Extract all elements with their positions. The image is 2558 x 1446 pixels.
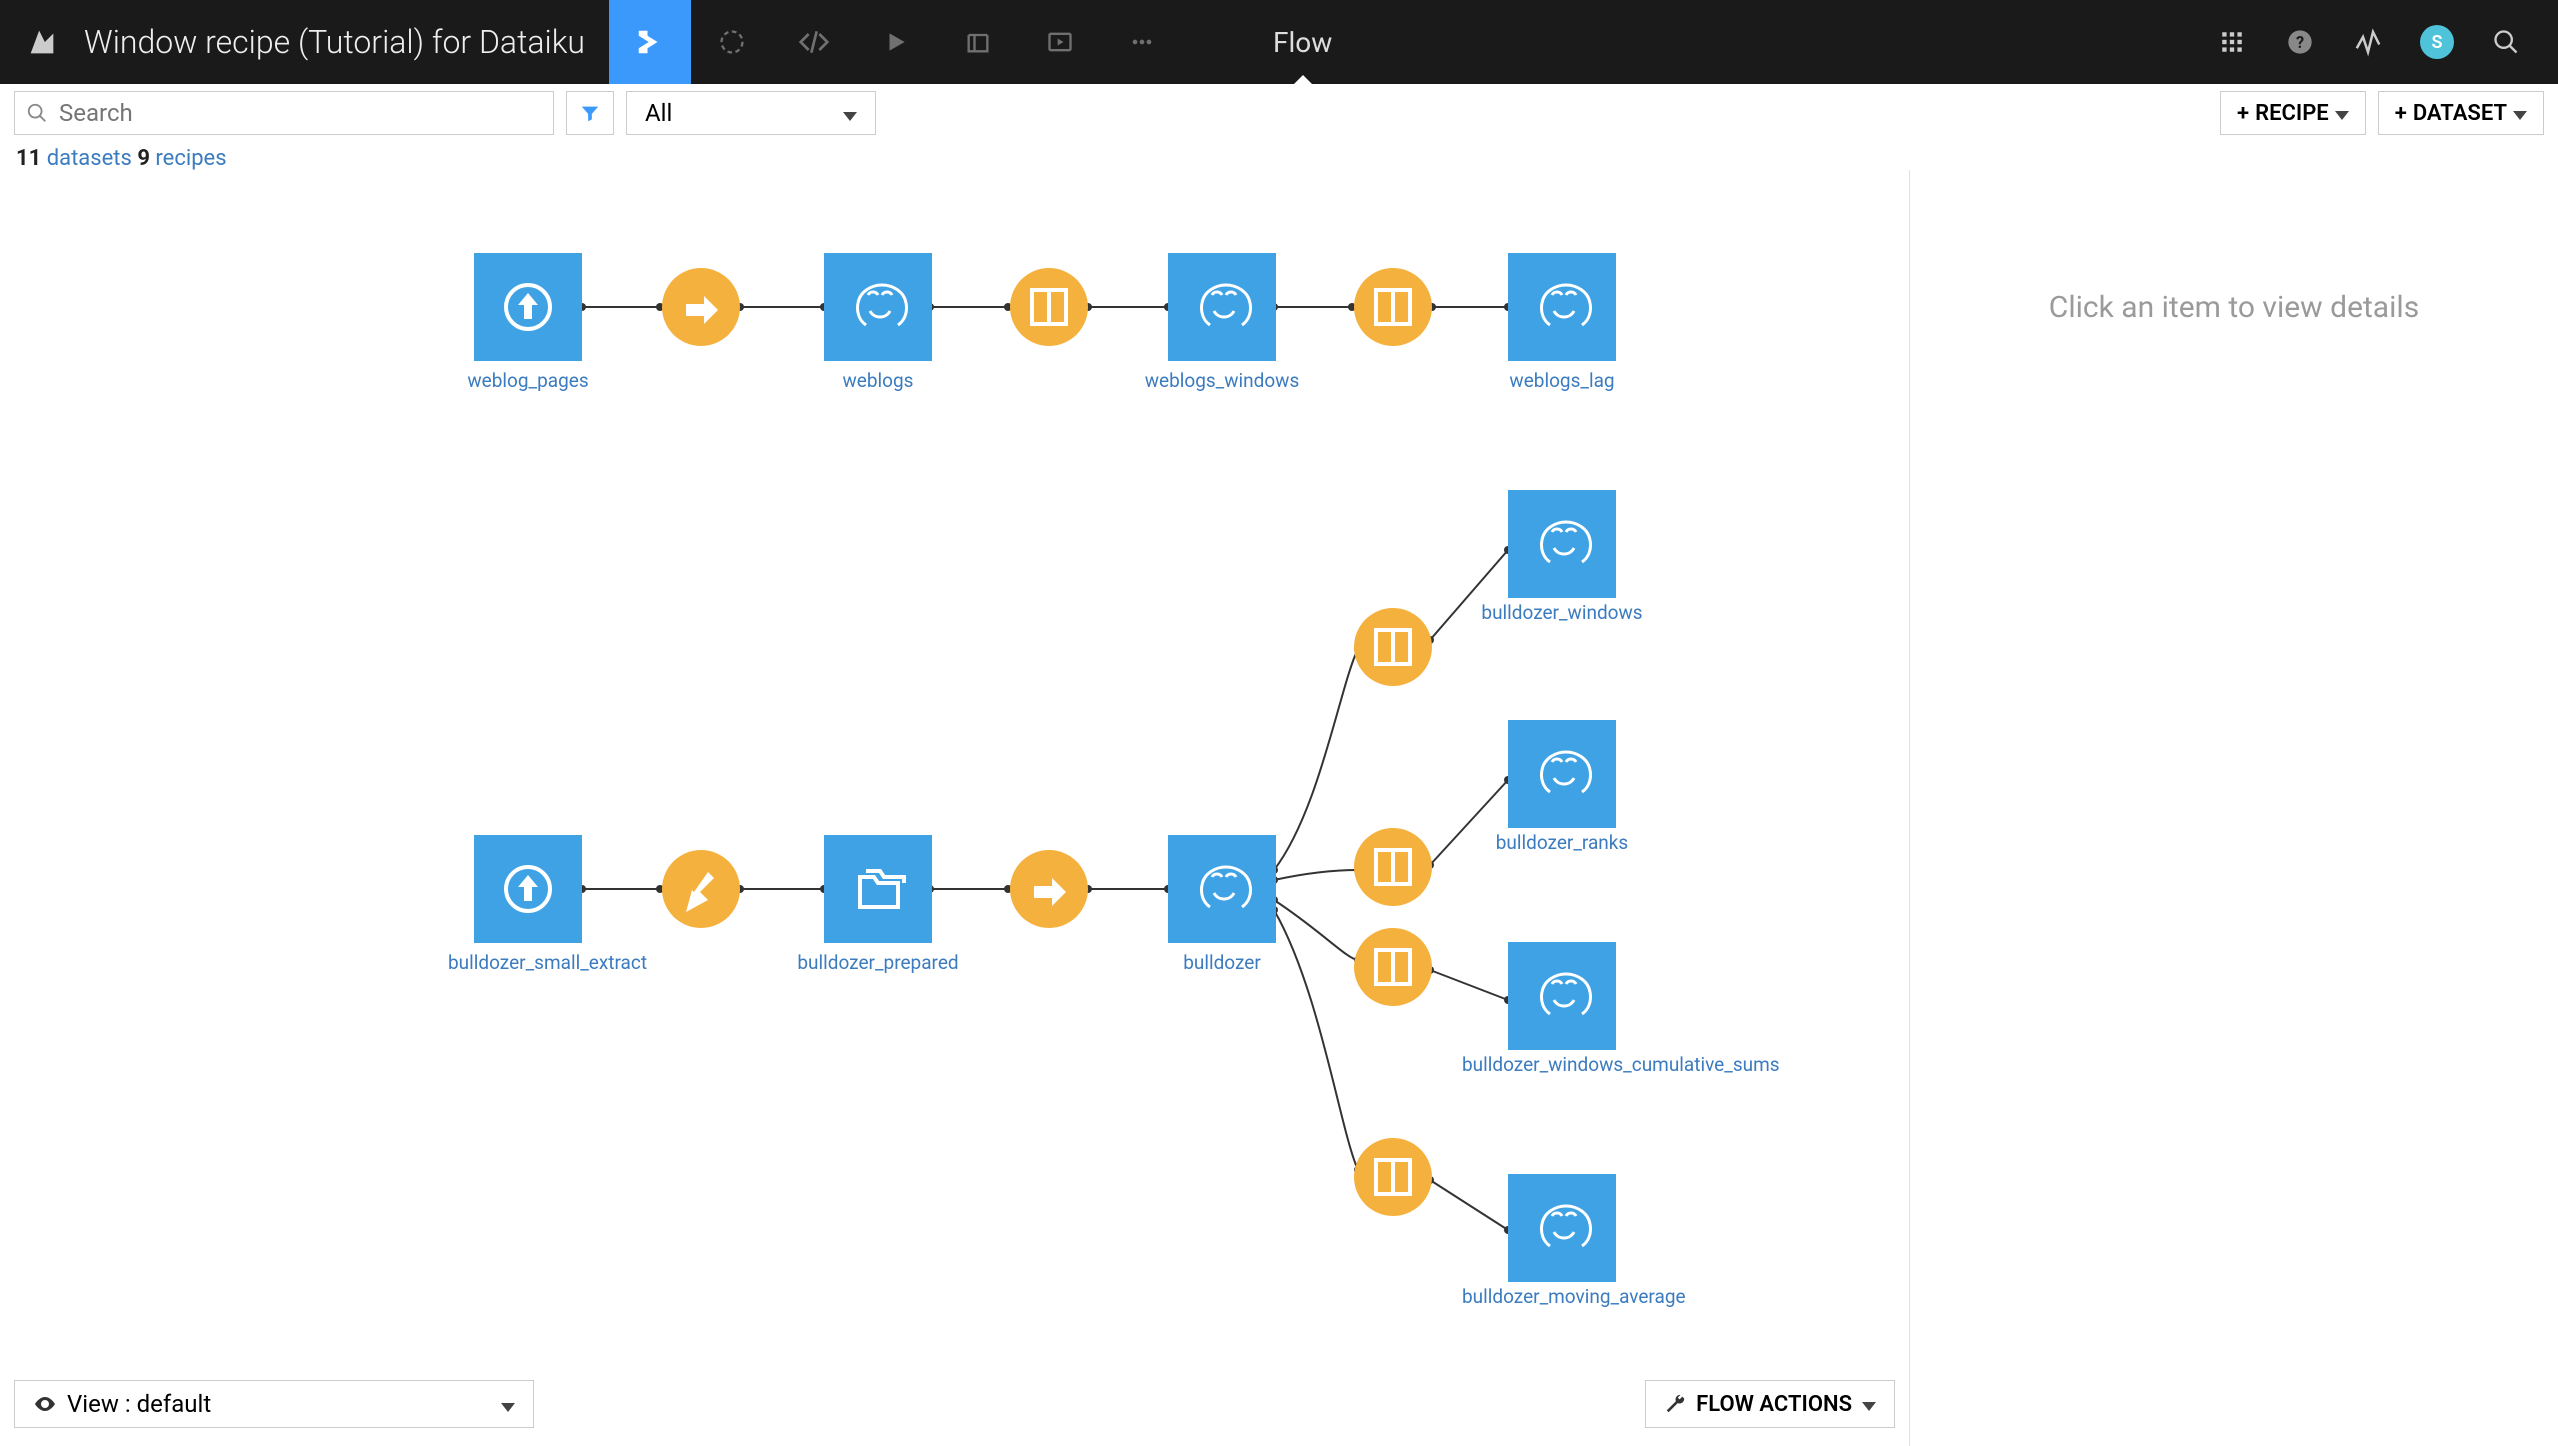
search-input-icon — [15, 102, 59, 124]
view-select[interactable]: View : default — [14, 1380, 534, 1428]
dataset-bulldozer-small-extract[interactable] — [474, 835, 582, 943]
label-bulldozer: bulldozer — [1132, 952, 1312, 975]
dataiku-logo-icon[interactable] — [18, 0, 66, 84]
recipes-count: 9 — [137, 146, 150, 171]
dataset-bulldozer-windows[interactable] — [1508, 490, 1616, 598]
type-filter-select[interactable]: All — [626, 91, 876, 135]
user-avatar[interactable]: S — [2420, 25, 2454, 59]
search-input[interactable] — [59, 99, 553, 127]
activity-icon[interactable] — [2352, 26, 2384, 58]
label-bulldozer-prepared: bulldozer_prepared — [780, 952, 976, 975]
breadcrumb[interactable]: Flow — [1273, 0, 1332, 84]
label-bulldozer-windows: bulldozer_windows — [1462, 602, 1662, 625]
flow-canvas[interactable]: weblog_pages weblogs weblogs_windows web… — [0, 170, 1910, 1446]
plus-icon: + — [2395, 101, 2407, 126]
view-label: View : default — [67, 1390, 211, 1418]
recipe-window-bcs[interactable] — [1354, 928, 1432, 1006]
recipe-window-2[interactable] — [1354, 268, 1432, 346]
plus-icon: + — [2237, 101, 2249, 126]
flow-edges — [0, 170, 1909, 1446]
label-weblogs-lag: weblogs_lag — [1472, 370, 1652, 393]
svg-text:?: ? — [2296, 33, 2304, 52]
label-weblogs-windows: weblogs_windows — [1120, 370, 1324, 393]
type-filter-label: All — [645, 99, 672, 127]
flow-actions-button[interactable]: FLOW ACTIONS — [1645, 1380, 1895, 1428]
label-bulldozer-small-extract: bulldozer_small_extract — [448, 952, 608, 975]
dataset-bulldozer-ranks[interactable] — [1508, 720, 1616, 828]
label-bulldozer-moving-average: bulldozer_moving_average — [1462, 1286, 1662, 1309]
datasets-count: 11 — [16, 146, 41, 171]
topbar: Window recipe (Tutorial) for Dataiku Flo… — [0, 0, 2558, 84]
label-bulldozer-windows-cumsums: bulldozer_windows_cumulative_sums — [1462, 1054, 1662, 1077]
recipe-window-br[interactable] — [1354, 828, 1432, 906]
dataset-weblogs-lag[interactable] — [1508, 253, 1616, 361]
detail-hint: Click an item to view details — [2049, 290, 2419, 325]
tab-circle[interactable] — [691, 0, 773, 84]
apps-icon[interactable] — [2216, 26, 2248, 58]
tab-play[interactable] — [855, 0, 937, 84]
dataset-bulldozer-moving-average[interactable] — [1508, 1174, 1616, 1282]
recipe-prepare[interactable] — [662, 850, 740, 928]
chevron-down-icon — [843, 99, 857, 127]
label-bulldozer-ranks: bulldozer_ranks — [1462, 832, 1662, 855]
tab-flow[interactable] — [609, 0, 691, 84]
eye-icon — [33, 1392, 57, 1416]
chevron-down-icon — [2335, 101, 2349, 126]
search-icon[interactable] — [2490, 26, 2522, 58]
dataset-bulldozer-windows-cumsums[interactable] — [1508, 942, 1616, 1050]
chevron-down-icon — [1862, 1392, 1876, 1417]
wrench-icon — [1664, 1393, 1686, 1415]
nav-tabs — [609, 0, 1183, 84]
dataset-weblog-pages[interactable] — [474, 253, 582, 361]
help-icon[interactable]: ? — [2284, 26, 2316, 58]
canvas-bottom-bar: View : default FLOW ACTIONS — [14, 1380, 1895, 1428]
recipe-window-bw[interactable] — [1354, 608, 1432, 686]
topbar-right: ? S — [2216, 25, 2558, 59]
tab-code[interactable] — [773, 0, 855, 84]
recipe-window-1[interactable] — [1010, 268, 1088, 346]
search-box — [14, 91, 554, 135]
add-dataset-button[interactable]: + DATASET — [2378, 91, 2544, 135]
add-recipe-label: RECIPE — [2255, 101, 2329, 126]
recipe-sync-1[interactable] — [662, 268, 740, 346]
recipes-link[interactable]: recipes — [155, 146, 226, 171]
dataset-bulldozer-prepared[interactable] — [824, 835, 932, 943]
project-title[interactable]: Window recipe (Tutorial) for Dataiku — [84, 23, 585, 61]
tab-more[interactable] — [1101, 0, 1183, 84]
add-recipe-button[interactable]: + RECIPE — [2220, 91, 2366, 135]
dataset-bulldozer[interactable] — [1168, 835, 1276, 943]
tab-slides[interactable] — [1019, 0, 1101, 84]
flow-actions-label: FLOW ACTIONS — [1696, 1392, 1852, 1417]
dataset-weblogs-windows[interactable] — [1168, 253, 1276, 361]
chevron-down-icon — [2513, 101, 2527, 126]
label-weblogs: weblogs — [788, 370, 968, 393]
filter-button[interactable] — [566, 91, 614, 135]
chevron-down-icon — [501, 1390, 515, 1418]
label-weblog-pages: weblog_pages — [438, 370, 618, 393]
datasets-link[interactable]: datasets — [47, 146, 132, 171]
recipe-sync-2[interactable] — [1010, 850, 1088, 928]
add-dataset-label: DATASET — [2413, 101, 2507, 126]
flow-toolbar: All + RECIPE + DATASET — [0, 84, 2558, 142]
recipe-window-bma[interactable] — [1354, 1138, 1432, 1216]
dataset-weblogs[interactable] — [824, 253, 932, 361]
detail-pane: Click an item to view details — [1910, 170, 2558, 1446]
tab-dashboard[interactable] — [937, 0, 1019, 84]
